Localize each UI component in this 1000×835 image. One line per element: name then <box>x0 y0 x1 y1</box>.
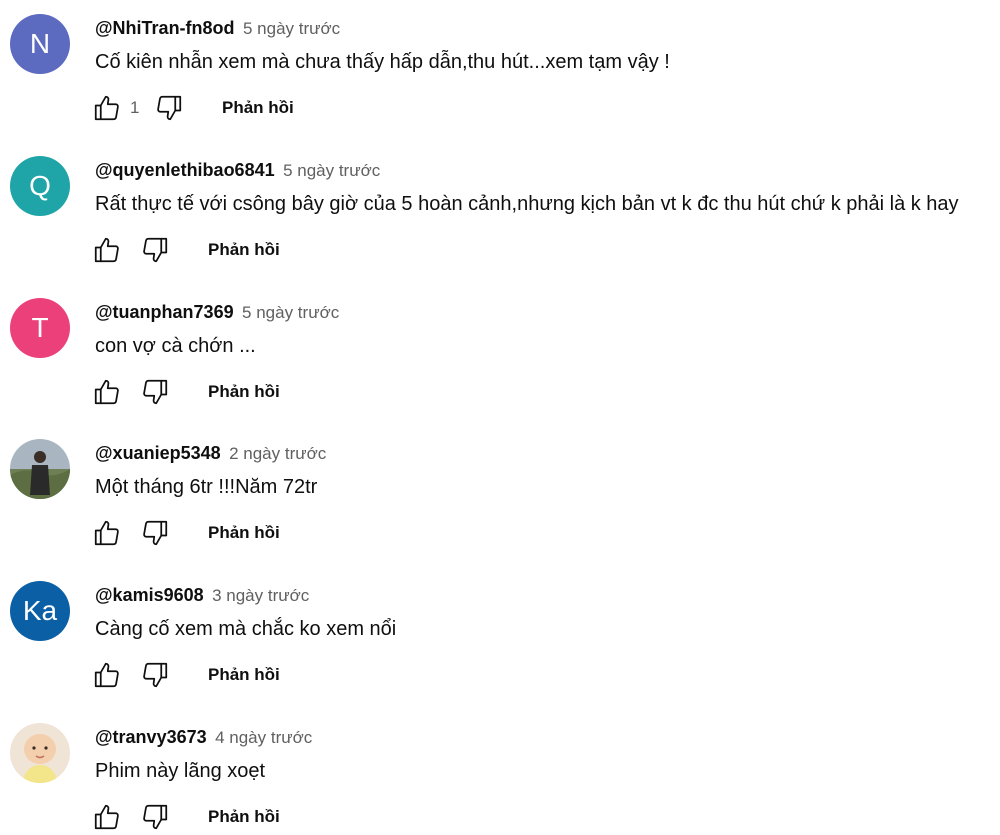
like-button[interactable] <box>92 377 122 407</box>
avatar[interactable]: T <box>10 298 70 358</box>
like-button[interactable] <box>92 518 122 548</box>
comment-actions: Phản hồi <box>92 235 280 265</box>
dislike-button[interactable] <box>140 235 170 265</box>
avatar-letter: Ka <box>22 595 58 626</box>
reply-button[interactable]: Phản hồi <box>208 240 280 260</box>
dislike-button[interactable] <box>140 518 170 548</box>
thumbs-up-icon <box>94 662 119 688</box>
comment-text: Một tháng 6tr !!!Năm 72tr <box>95 476 318 498</box>
dislike-button[interactable] <box>140 377 170 407</box>
comment-actions: Phản hồi <box>92 377 280 407</box>
thumbs-down-icon <box>143 237 168 263</box>
like-button[interactable] <box>92 802 122 832</box>
avatar-letter: N <box>29 28 51 59</box>
thumbs-down-icon <box>143 379 168 405</box>
comment-text: Càng cố xem mà chắc ko xem nổi <box>95 618 397 640</box>
comment-actions: 1 Phản hồi <box>92 93 294 123</box>
comment-time[interactable]: 2 ngày trước <box>229 444 326 463</box>
dislike-button[interactable] <box>154 93 184 123</box>
comment-time[interactable]: 5 ngày trước <box>283 161 380 180</box>
comment-actions: Phản hồi <box>92 802 280 832</box>
thumbs-down-icon <box>143 662 168 688</box>
comment-time[interactable]: 5 ngày trước <box>242 303 339 322</box>
author-name[interactable]: @tuanphan7369 <box>95 302 234 322</box>
comment-time[interactable]: 3 ngày trước <box>212 586 309 605</box>
thumbs-up-icon <box>94 379 119 405</box>
thumbs-down-icon <box>143 804 168 830</box>
comment-header: @kamis9608 3 ngày trước <box>95 583 309 609</box>
like-button[interactable] <box>92 235 122 265</box>
comment-header: @tuanphan7369 5 ngày trước <box>95 300 339 326</box>
avatar-photo <box>10 439 70 499</box>
comment-text: Cố kiên nhẫn xem mà chưa thấy hấp dẫn,th… <box>95 51 670 73</box>
avatar[interactable]: Q <box>10 156 70 216</box>
comment-text: con vợ cà chớn ... <box>95 335 256 357</box>
thumbs-down-icon <box>143 520 168 546</box>
like-button[interactable] <box>92 660 122 690</box>
avatar[interactable]: N <box>10 14 70 74</box>
comment-item: N @NhiTran-fn8od 5 ngày trước Cố kiên nh… <box>0 0 1000 141</box>
reply-button[interactable]: Phản hồi <box>208 523 280 543</box>
thumbs-down-icon <box>157 95 182 121</box>
like-count: 1 <box>130 98 140 117</box>
comment-item: Q @quyenlethibao6841 5 ngày trước Rất th… <box>0 142 1000 283</box>
author-name[interactable]: @xuaniep5348 <box>95 443 221 463</box>
comment-item: T @tuanphan7369 5 ngày trước con vợ cà c… <box>0 284 1000 425</box>
comment-actions: Phản hồi <box>92 518 280 548</box>
author-name[interactable]: @tranvy3673 <box>95 727 207 747</box>
comment-time[interactable]: 5 ngày trước <box>243 19 340 38</box>
author-name[interactable]: @NhiTran-fn8od <box>95 18 235 38</box>
comment-item: @tranvy3673 4 ngày trước Phim này lãng x… <box>0 709 1000 835</box>
thumbs-up-icon <box>94 237 119 263</box>
reply-button[interactable]: Phản hồi <box>208 807 280 827</box>
comment-header: @tranvy3673 4 ngày trước <box>95 725 312 751</box>
avatar[interactable] <box>10 723 70 783</box>
dislike-button[interactable] <box>140 802 170 832</box>
avatar[interactable]: Ka <box>10 581 70 641</box>
reply-button[interactable]: Phản hồi <box>222 98 294 118</box>
dislike-button[interactable] <box>140 660 170 690</box>
thumbs-up-icon <box>94 95 119 121</box>
avatar-letter: T <box>31 312 49 343</box>
comment-header: @quyenlethibao6841 5 ngày trước <box>95 158 380 184</box>
avatar[interactable] <box>10 439 70 499</box>
thumbs-up-icon <box>94 804 119 830</box>
avatar-photo <box>10 723 70 783</box>
comment-text: Phim này lãng xoẹt <box>95 760 266 782</box>
comment-header: @NhiTran-fn8od 5 ngày trước <box>95 16 340 42</box>
comment-time[interactable]: 4 ngày trước <box>215 728 312 747</box>
reply-button[interactable]: Phản hồi <box>208 665 280 685</box>
comment-item: Ka @kamis9608 3 ngày trước Càng cố xem m… <box>0 567 1000 708</box>
reply-button[interactable]: Phản hồi <box>208 382 280 402</box>
author-name[interactable]: @quyenlethibao6841 <box>95 160 275 180</box>
comment-header: @xuaniep5348 2 ngày trước <box>95 441 326 467</box>
avatar-letter: Q <box>29 170 51 201</box>
thumbs-up-icon <box>94 520 119 546</box>
comment-text: Rất thực tế với csông bây giờ của 5 hoàn… <box>95 193 959 215</box>
comment-actions: Phản hồi <box>92 660 280 690</box>
comment-item: @xuaniep5348 2 ngày trước Một tháng 6tr … <box>0 425 1000 566</box>
author-name[interactable]: @kamis9608 <box>95 585 204 605</box>
like-button[interactable] <box>92 93 122 123</box>
